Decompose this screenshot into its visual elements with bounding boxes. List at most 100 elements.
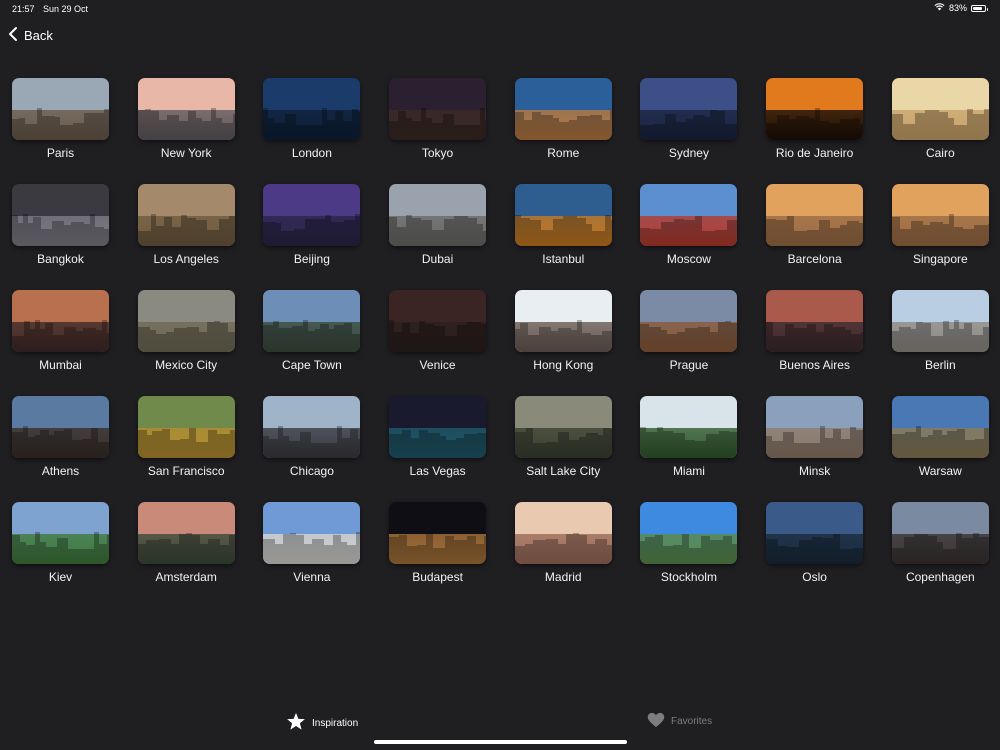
city-tile[interactable]: London [263,78,361,160]
star-icon [286,712,306,734]
city-tile[interactable]: Stockholm [640,502,738,584]
city-tile[interactable]: Singapore [891,184,989,266]
city-tile[interactable]: Sydney [640,78,738,160]
city-name: Prague [669,358,709,372]
city-name: Beijing [293,252,330,266]
city-name: Chicago [289,464,334,478]
city-tile[interactable]: Hong Kong [514,290,612,372]
city-name: Vienna [293,570,331,584]
city-name: Hong Kong [533,358,594,372]
city-tile[interactable]: Oslo [766,502,864,584]
city-tile[interactable]: Las Vegas [389,396,487,478]
heart-icon [647,712,665,731]
city-name: London [291,146,332,160]
city-thumbnail [12,78,109,140]
city-tile[interactable]: Prague [640,290,738,372]
city-grid: Paris New York London Tokyo Rome Sydney Rio de… [12,78,989,584]
city-thumbnail [514,184,612,246]
city-name: Salt Lake City [526,464,601,478]
battery-percent: 83% [948,3,967,13]
city-name: Oslo [802,570,827,584]
city-tile[interactable]: Cape Town [263,290,361,372]
city-thumbnail [389,78,487,140]
tab-bar: Inspiration Favorites [0,706,1000,736]
city-name: New York [160,146,212,160]
city-thumbnail [766,396,864,458]
city-thumbnail [514,290,612,352]
city-thumbnail [514,502,612,564]
status-date: Sun 29 Oct [43,4,89,14]
city-name: Dubai [421,252,454,266]
status-bar: 21:57 Sun 29 Oct 83% [0,0,1000,18]
city-thumbnail [12,290,109,352]
city-tile[interactable]: Istanbul [514,184,612,266]
chevron-left-icon [8,26,18,45]
city-name: San Francisco [147,464,225,478]
city-thumbnail [137,78,235,140]
city-thumbnail [891,396,989,458]
city-name: Mexico City [155,358,218,372]
city-tile[interactable]: Kiev [12,502,109,584]
city-thumbnail [263,396,361,458]
city-tile[interactable]: Rio de Janeiro [766,78,864,160]
city-tile[interactable]: Bangkok [12,184,109,266]
city-thumbnail [766,502,864,564]
city-name: Budapest [412,570,463,584]
city-tile[interactable]: Tokyo [389,78,487,160]
city-name: Tokyo [421,146,454,160]
tab-inspiration[interactable]: Inspiration [286,712,358,734]
city-name: Stockholm [660,570,717,584]
city-tile[interactable]: Madrid [514,502,612,584]
city-tile[interactable]: Berlin [891,290,989,372]
home-indicator[interactable] [374,740,627,744]
status-indicators: 83% [934,3,988,13]
city-thumbnail [137,396,235,458]
city-name: Athens [41,464,80,478]
city-name: Rio de Janeiro [775,146,854,160]
city-tile[interactable]: Rome [514,78,612,160]
city-tile[interactable]: Mumbai [12,290,109,372]
city-thumbnail [137,502,235,564]
back-button[interactable]: Back [8,26,53,45]
status-time: 21:57 [12,4,35,14]
city-tile[interactable]: Cairo [891,78,989,160]
city-tile[interactable]: Budapest [389,502,487,584]
city-tile[interactable]: Warsaw [891,396,989,478]
city-thumbnail [640,502,738,564]
city-tile[interactable]: Minsk [766,396,864,478]
city-tile[interactable]: Venice [389,290,487,372]
city-tile[interactable]: Barcelona [766,184,864,266]
city-tile[interactable]: Dubai [389,184,487,266]
city-tile[interactable]: Moscow [640,184,738,266]
city-tile[interactable]: Vienna [263,502,361,584]
city-name: Las Vegas [409,464,466,478]
city-tile[interactable]: Salt Lake City [514,396,612,478]
city-tile[interactable]: San Francisco [137,396,235,478]
city-tile[interactable]: Athens [12,396,109,478]
city-tile[interactable]: Copenhagen [891,502,989,584]
tab-inspiration-label: Inspiration [312,717,359,729]
city-tile[interactable]: Buenos Aires [766,290,864,372]
back-label: Back [24,28,53,43]
city-name: Cape Town [281,358,342,372]
city-tile[interactable]: Chicago [263,396,361,478]
city-tile[interactable]: New York [137,78,235,160]
city-name: Mumbai [39,358,82,372]
city-tile[interactable]: Los Angeles [137,184,235,266]
city-name: Moscow [666,252,711,266]
city-thumbnail [514,78,612,140]
city-name: Madrid [544,570,582,584]
city-thumbnail [263,502,361,564]
battery-icon [971,4,988,12]
city-name: Kiev [48,570,73,584]
tab-favorites[interactable]: Favorites [647,712,712,731]
city-tile[interactable]: Miami [640,396,738,478]
battery-level [973,6,983,10]
city-tile[interactable]: Paris [12,78,109,160]
city-name: Rome [547,146,580,160]
city-tile[interactable]: Beijing [263,184,361,266]
city-tile[interactable]: Mexico City [137,290,235,372]
city-thumbnail [389,184,487,246]
city-name: Amsterdam [155,570,217,584]
city-tile[interactable]: Amsterdam [137,502,235,584]
